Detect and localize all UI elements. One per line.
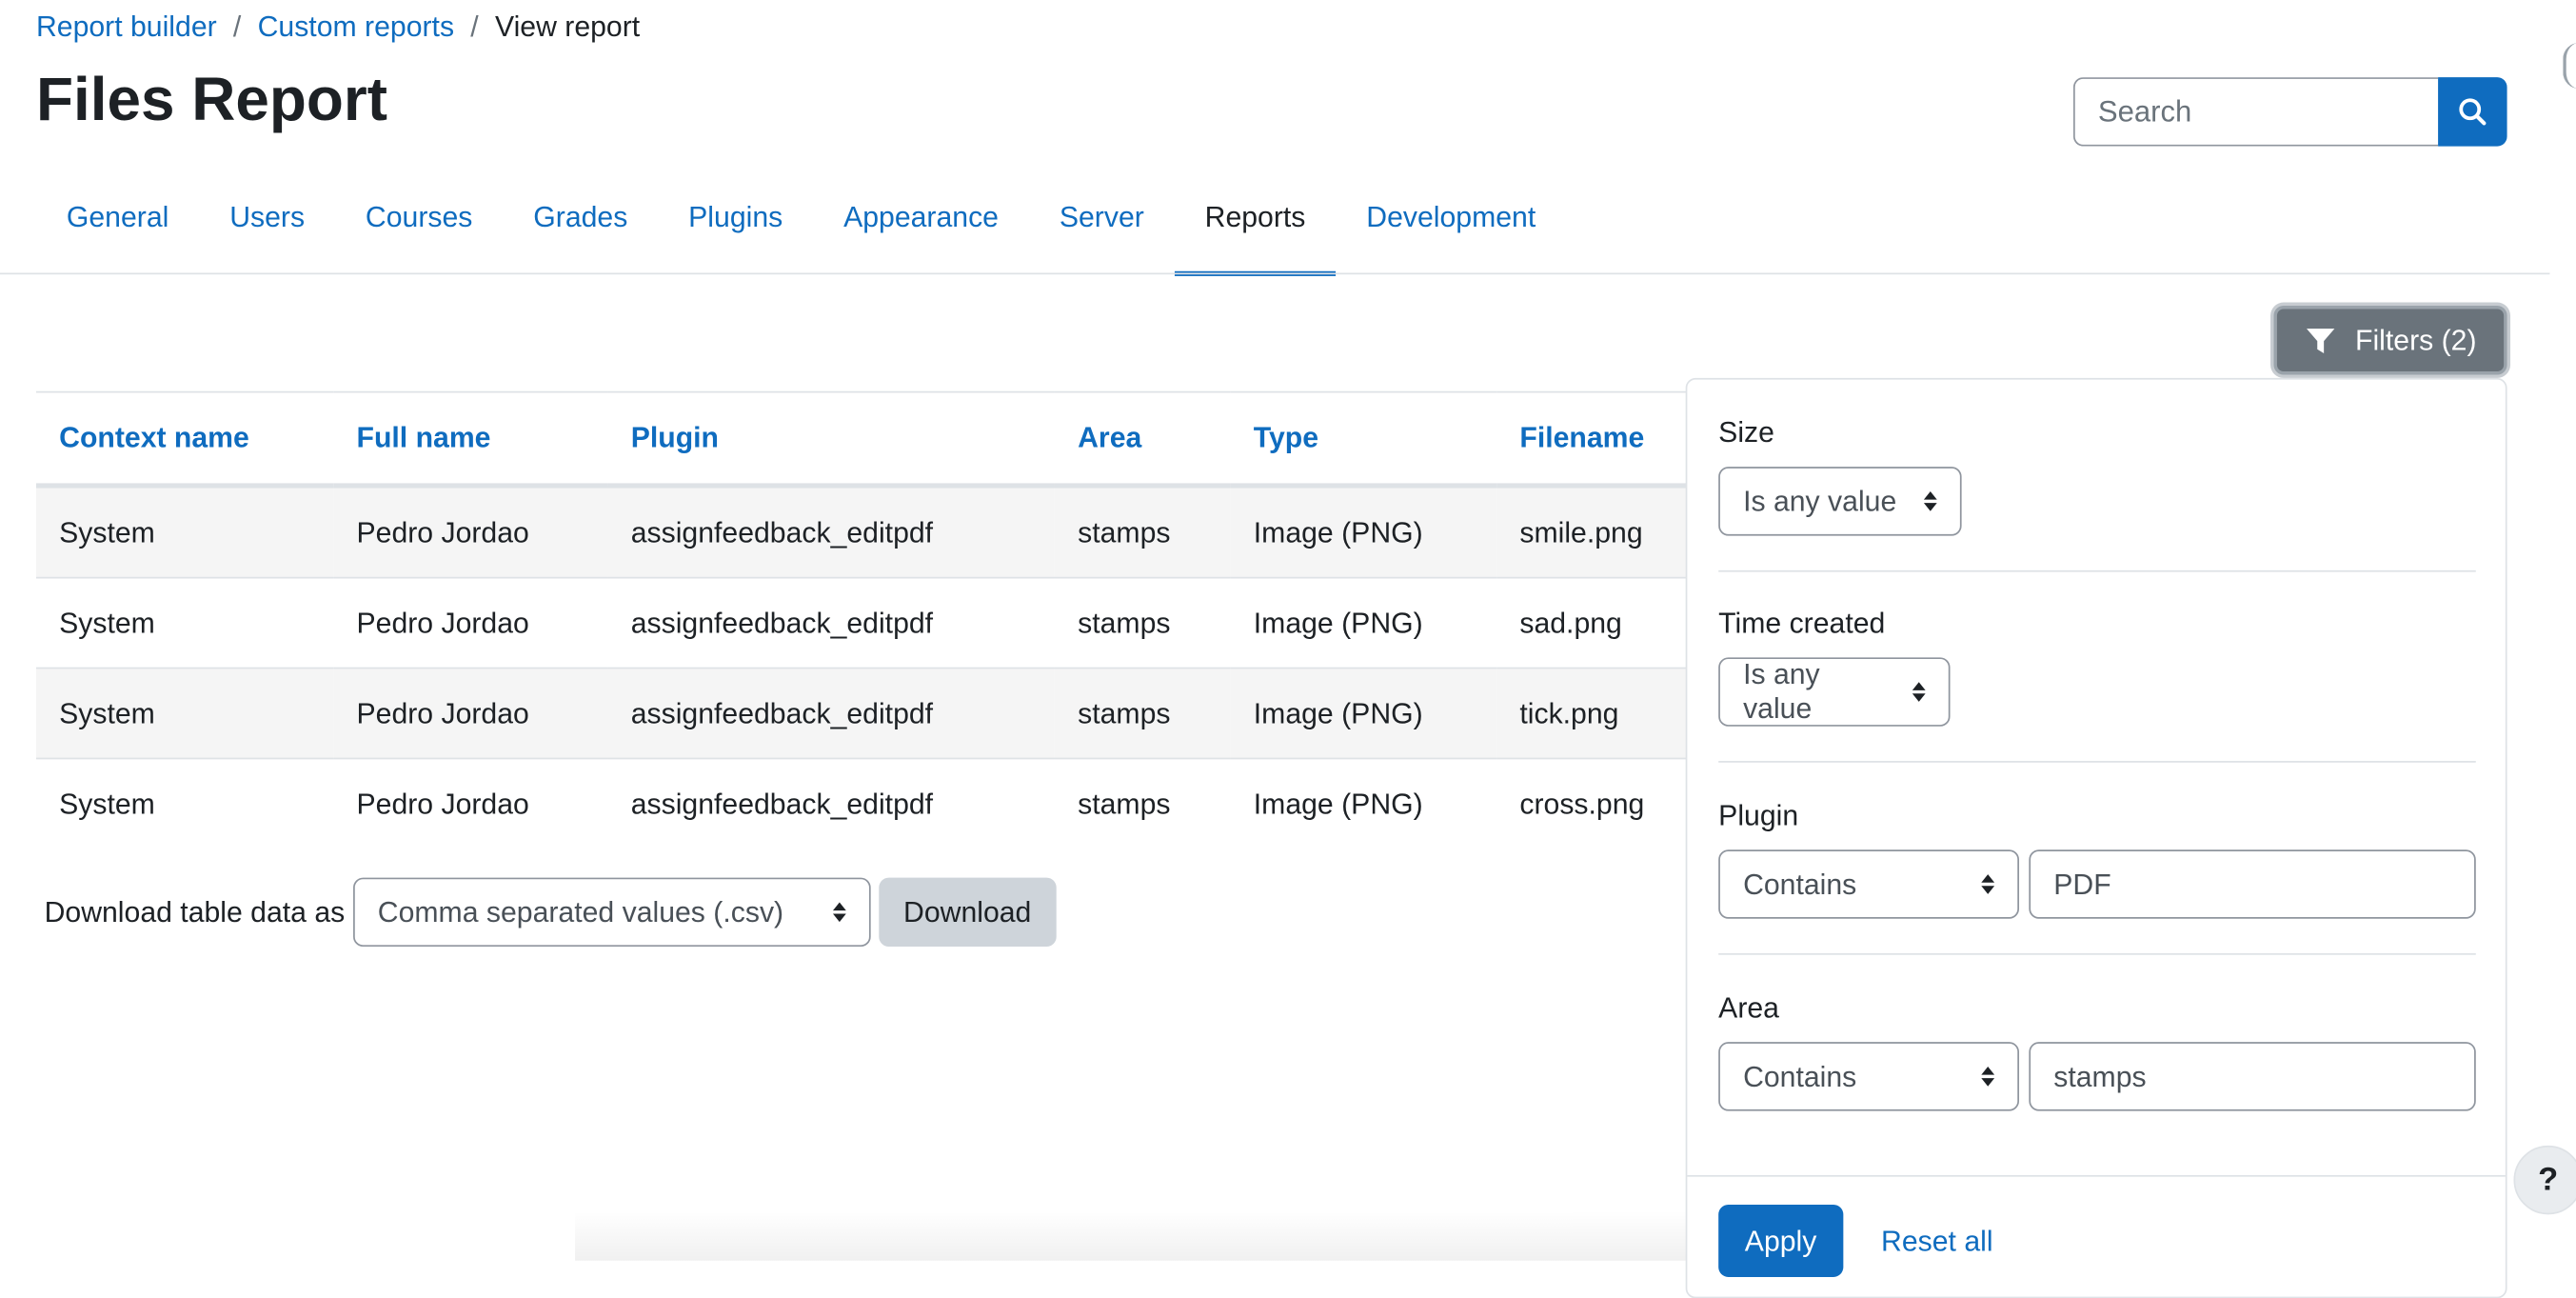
filter-plugin-operator-value: Contains (1743, 867, 1857, 900)
cell-type: Image (PNG) (1230, 485, 1497, 579)
filters-button[interactable]: Filters (2) (2273, 305, 2507, 375)
tab-development[interactable]: Development (1336, 181, 1566, 274)
tab-appearance[interactable]: Appearance (813, 181, 1029, 274)
cell-area: stamps (1054, 485, 1231, 579)
filter-area-label: Area (1718, 990, 1779, 1025)
download-button[interactable]: Download (879, 877, 1057, 948)
filter-time-created-operator-select[interactable]: Is any value (1718, 657, 1951, 727)
column-header-type[interactable]: Type (1230, 390, 1497, 489)
column-header-area[interactable]: Area (1054, 390, 1231, 489)
panel-footer-divider (1687, 1174, 2506, 1177)
tab-users[interactable]: Users (199, 181, 335, 274)
drawer-edge (2563, 42, 2576, 90)
search-button[interactable] (2438, 77, 2507, 147)
tab-grades[interactable]: Grades (503, 181, 658, 274)
filter-area-value-input[interactable]: stamps (2029, 1042, 2476, 1111)
cell-context-name: System (59, 786, 155, 820)
filter-area-operator-value: Contains (1743, 1059, 1857, 1092)
download-form: Download table data as Comma separated v… (44, 877, 1057, 948)
table-row: System Pedro Jordao assignfeedback_editp… (35, 485, 1844, 579)
breadcrumb-current: View report (494, 10, 641, 43)
tab-courses[interactable]: Courses (335, 181, 503, 274)
reset-all-link[interactable]: Reset all (1881, 1225, 1993, 1259)
breadcrumb-custom-reports[interactable]: Custom reports (258, 10, 454, 44)
filter-size-operator-value: Is any value (1743, 484, 1897, 517)
footer-shadow (575, 1210, 1686, 1261)
cell-full-name: Pedro Jordao (356, 786, 529, 820)
filter-time-created-operator-value: Is any value (1743, 657, 1820, 726)
filter-plugin-operator-select[interactable]: Contains (1718, 849, 2020, 919)
primary-navigation: General Users Courses Grades Plugins App… (36, 181, 1566, 276)
filters-panel: Size Is any value Time created Is any va… (1685, 377, 2507, 1298)
filter-size-operator-select[interactable]: Is any value (1718, 467, 1962, 536)
cell-full-name: Pedro Jordao (333, 668, 608, 760)
search-input[interactable] (2072, 77, 2439, 147)
column-header-full-name[interactable]: Full name (333, 390, 608, 489)
search-icon (2459, 98, 2487, 126)
cell-area: stamps (1054, 668, 1231, 760)
cell-area: stamps (1054, 577, 1231, 669)
page-title: Files Report (35, 66, 387, 133)
filters-button-label: Filters (2) (2355, 323, 2477, 356)
table-row: System Pedro Jordao assignfeedback_editp… (35, 668, 1844, 760)
column-header-context-name[interactable]: Context name (35, 390, 334, 489)
select-caret-icon (1981, 874, 1995, 894)
select-caret-icon (1981, 1067, 1995, 1087)
filter-plugin: Plugin Contains PDF (1718, 799, 2476, 919)
search-form (2072, 77, 2507, 147)
filter-icon (2306, 328, 2334, 353)
filter-size-label: Size (1718, 415, 1774, 449)
select-caret-icon (1923, 491, 1937, 511)
filter-area-operator-select[interactable]: Contains (1718, 1042, 2020, 1111)
filter-area: Area Contains stamps (1718, 991, 2476, 1111)
nav-divider (0, 272, 2550, 275)
filter-time-created-label: Time created (1718, 606, 1886, 640)
table-row: System Pedro Jordao assignfeedback_editp… (36, 758, 1843, 848)
cell-plugin: assignfeedback_editpdf (607, 577, 1055, 669)
download-format-select[interactable]: Comma separated values (.csv) (352, 877, 871, 948)
page: Report builder / Custom reports / View r… (0, 0, 2576, 1298)
tab-general[interactable]: General (36, 181, 199, 274)
filter-plugin-value-input[interactable]: PDF (2029, 849, 2476, 919)
select-caret-icon (832, 902, 846, 923)
help-icon: ? (2538, 1161, 2559, 1198)
filter-divider (1718, 952, 2476, 955)
cell-full-name: Pedro Jordao (333, 577, 608, 669)
tab-reports[interactable]: Reports (1174, 181, 1337, 276)
filter-divider (1718, 761, 2476, 763)
cell-type: Image (PNG) (1230, 668, 1497, 760)
cell-full-name: Pedro Jordao (333, 485, 608, 579)
report-table: Context name Full name Plugin Area Type … (35, 390, 1844, 849)
filter-time-created: Time created Is any value (1718, 607, 2476, 727)
help-button[interactable]: ? (2513, 1145, 2576, 1215)
column-header-plugin[interactable]: Plugin (607, 390, 1055, 489)
tab-plugins[interactable]: Plugins (658, 181, 813, 274)
cell-plugin: assignfeedback_editpdf (630, 786, 934, 820)
table-row: System Pedro Jordao assignfeedback_editp… (35, 577, 1844, 669)
filter-size: Size Is any value (1718, 416, 2476, 536)
table-header-row: Context name Full name Plugin Area Type … (35, 390, 1844, 489)
breadcrumb-report-builder[interactable]: Report builder (36, 10, 217, 44)
cell-context-name: System (35, 668, 334, 760)
select-caret-icon (1912, 682, 1926, 702)
apply-button[interactable]: Apply (1718, 1205, 1843, 1277)
cell-context-name: System (35, 485, 334, 579)
filter-divider (1718, 569, 2476, 572)
cell-type: Image (PNG) (1253, 786, 1423, 820)
cell-area: stamps (1078, 786, 1171, 820)
breadcrumb: Report builder / Custom reports / View r… (36, 10, 640, 44)
cell-type: Image (PNG) (1230, 577, 1497, 669)
cell-plugin: assignfeedback_editpdf (607, 668, 1055, 760)
tab-server[interactable]: Server (1029, 181, 1175, 274)
download-label: Download table data as (44, 894, 346, 929)
download-format-value: Comma separated values (.csv) (377, 894, 784, 929)
filter-plugin-label: Plugin (1718, 798, 1799, 832)
breadcrumb-separator: / (232, 10, 242, 43)
cell-plugin: assignfeedback_editpdf (607, 485, 1055, 579)
cell-context-name: System (35, 577, 334, 669)
breadcrumb-separator: / (470, 10, 479, 43)
